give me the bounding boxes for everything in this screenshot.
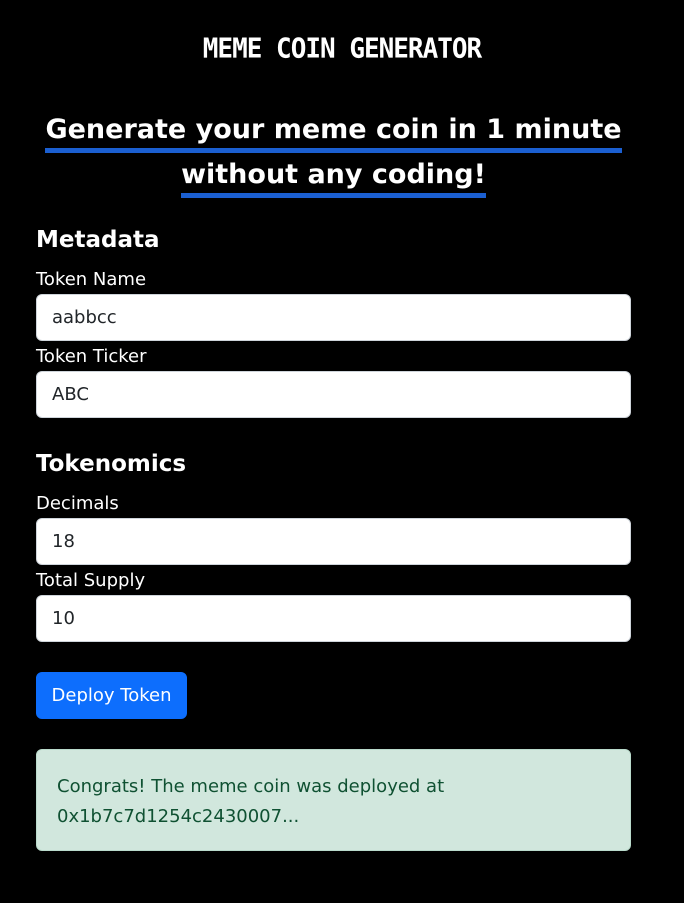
app-title: MEME COIN GENERATOR [202, 33, 482, 65]
total-supply-label: Total Supply [36, 570, 146, 591]
token-name-input[interactable] [36, 294, 631, 341]
success-message: Congrats! The meme coin was deployed at [57, 776, 445, 797]
headline-line-1: Generate your meme coin in 1 minute [45, 112, 622, 153]
tokenomics-heading: Tokenomics [36, 451, 187, 477]
total-supply-input[interactable] [36, 595, 631, 642]
page-headline: Generate your meme coin in 1 minute with… [36, 108, 631, 198]
token-ticker-label: Token Ticker [36, 346, 147, 367]
metadata-heading: Metadata [36, 227, 160, 253]
success-alert: Congrats! The meme coin was deployed at … [36, 749, 631, 851]
token-name-label: Token Name [36, 269, 147, 290]
decimals-label: Decimals [36, 493, 119, 514]
headline-line-2: without any coding! [181, 157, 486, 198]
token-ticker-input[interactable] [36, 371, 631, 418]
deploy-token-button[interactable]: Deploy Token [36, 672, 187, 719]
deployed-address: 0x1b7c7d1254c2430007... [57, 806, 300, 827]
decimals-input[interactable] [36, 518, 631, 565]
